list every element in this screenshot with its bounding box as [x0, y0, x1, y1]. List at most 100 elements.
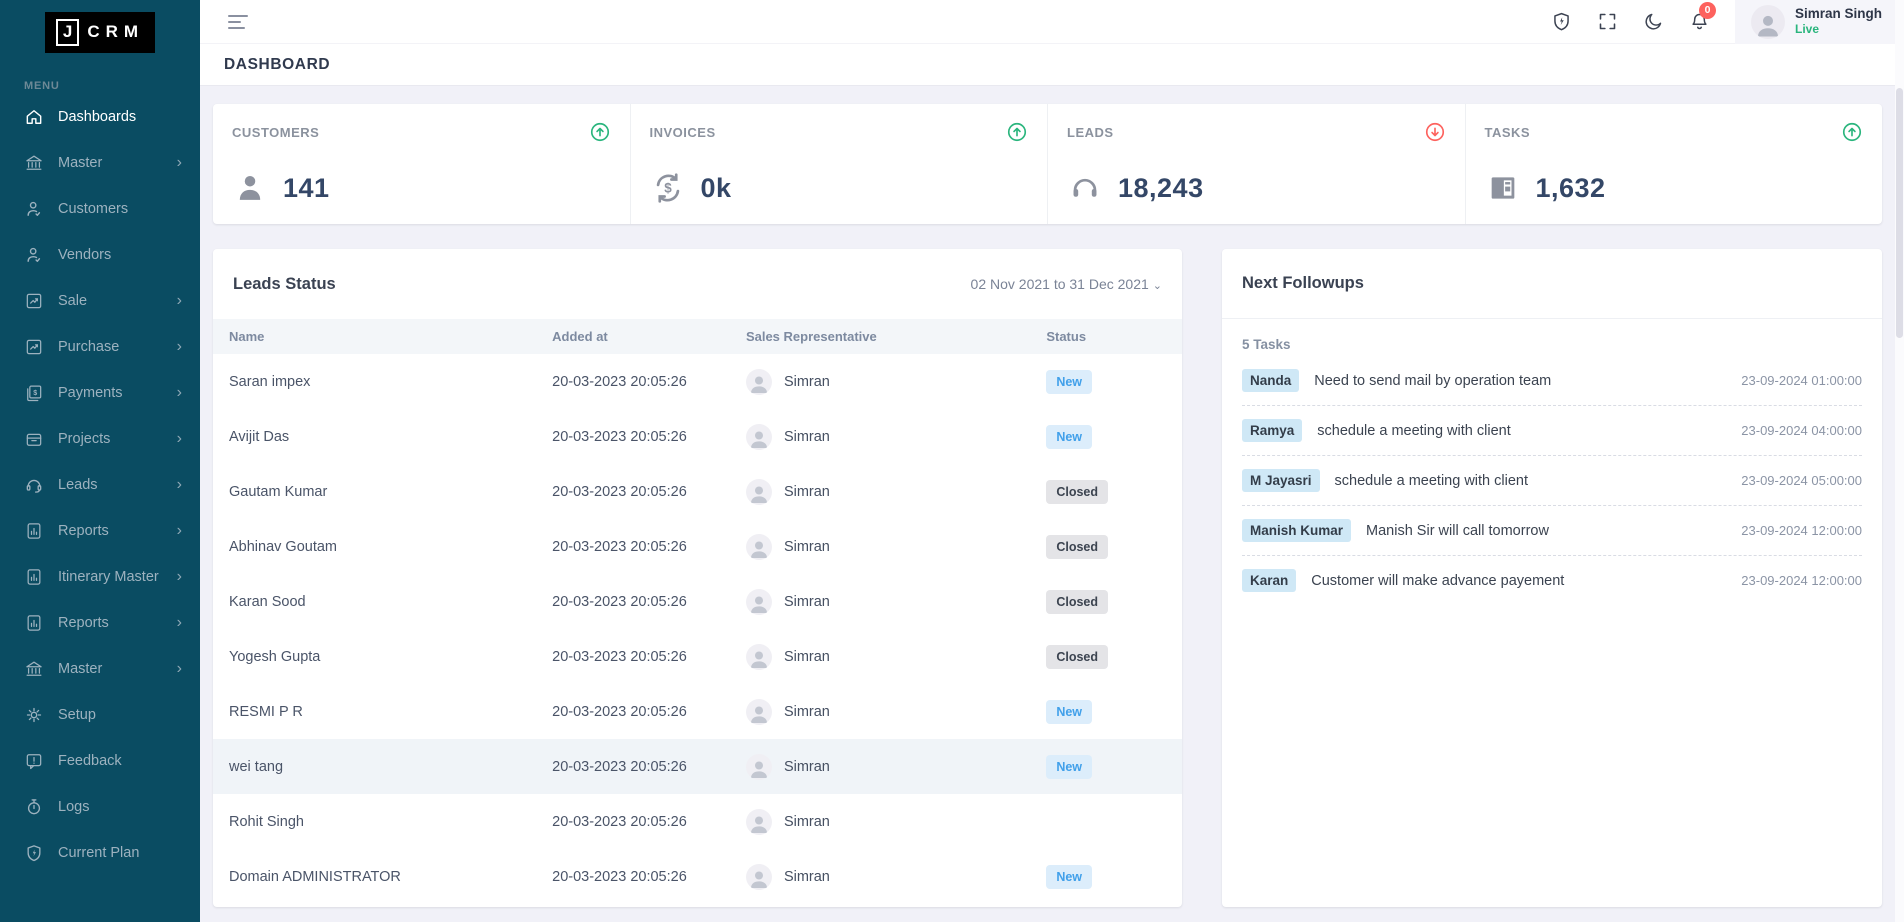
status-badge: New: [1046, 370, 1092, 394]
app-logo[interactable]: J CRM: [45, 12, 155, 53]
rep-avatar: [746, 809, 772, 835]
lead-name: RESMI P R: [213, 704, 552, 720]
sidebar-item-sale[interactable]: Sale ›: [0, 278, 200, 324]
sidebar-item-label: Leads: [58, 477, 177, 493]
sidebar-item-dashboards[interactable]: Dashboards: [0, 94, 200, 140]
customers-icon: [232, 170, 268, 206]
rep-avatar: [746, 644, 772, 670]
fullscreen-button[interactable]: [1585, 0, 1631, 44]
sidebar-item-projects[interactable]: Projects ›: [0, 416, 200, 462]
chevron-right-icon: ›: [177, 615, 182, 631]
sidebar-item-reports[interactable]: Reports ›: [0, 508, 200, 554]
sidebar-item-customers[interactable]: Customers: [0, 186, 200, 232]
svg-text:$: $: [664, 181, 672, 196]
dark-mode-button[interactable]: [1631, 0, 1677, 44]
main-area: 0 Simran Singh Live DASHBOARD CUSTOMERS: [200, 0, 1904, 907]
plan-shield-button[interactable]: [1539, 0, 1585, 44]
sidebar-item-label: Reports: [58, 615, 177, 631]
invoice-icon: $: [24, 383, 44, 403]
date-range-dropdown[interactable]: 02 Nov 2021 to 31 Dec 2021⌄: [971, 276, 1162, 292]
rep-avatar: [746, 864, 772, 890]
logo-text: CRM: [87, 22, 144, 42]
scrollbar-thumb[interactable]: [1896, 88, 1903, 338]
sidebar-item-label: Itinerary Master: [58, 569, 177, 585]
list-item: Karan Customer will make advance payemen…: [1242, 556, 1862, 605]
sidebar-item-master[interactable]: Master ›: [0, 140, 200, 186]
shield-bolt-icon: [1551, 11, 1572, 32]
bank-icon: [24, 153, 44, 173]
sidebar-item-current-plan[interactable]: Current Plan: [0, 830, 200, 876]
rep-avatar: [746, 589, 772, 615]
lead-name: Domain ADMINISTRATOR: [213, 869, 552, 885]
stat-label: INVOICES: [650, 125, 716, 140]
home-icon: [24, 107, 44, 127]
lead-added-at: 20-03-2023 20:05:26: [552, 704, 746, 720]
rep-avatar: [746, 534, 772, 560]
topbar: 0 Simran Singh Live: [200, 0, 1904, 44]
sidebar-item-reports-2[interactable]: Reports ›: [0, 600, 200, 646]
sidebar-item-purchase[interactable]: Purchase ›: [0, 324, 200, 370]
stat-value: 18,243: [1118, 173, 1204, 204]
sidebar-item-leads[interactable]: Leads ›: [0, 462, 200, 508]
status-badge: New: [1046, 755, 1092, 779]
lead-added-at: 20-03-2023 20:05:26: [552, 429, 746, 445]
lead-added-at: 20-03-2023 20:05:26: [552, 814, 746, 830]
rep-avatar: [746, 424, 772, 450]
followups-title: Next Followups: [1242, 274, 1364, 293]
chevron-down-icon: ⌄: [1153, 280, 1162, 292]
rep-avatar: [746, 479, 772, 505]
lead-added-at: 20-03-2023 20:05:26: [552, 869, 746, 885]
sidebar-item-master-2[interactable]: Master ›: [0, 646, 200, 692]
lead-added-at: 20-03-2023 20:05:26: [552, 594, 746, 610]
page-scrollbar[interactable]: [1895, 0, 1904, 922]
tasks-count: 5 Tasks: [1222, 319, 1882, 356]
report-icon: [24, 567, 44, 587]
sidebar-item-label: Current Plan: [58, 845, 182, 861]
chevron-right-icon: ›: [177, 523, 182, 539]
followup-time: 23-09-2024 01:00:00: [1741, 373, 1862, 388]
column-header-sales-rep: Sales Representative: [746, 329, 1046, 344]
status-badge: Closed: [1046, 535, 1108, 559]
table-row: Gautam Kumar 20-03-2023 20:05:26 Simran …: [213, 464, 1182, 519]
menu-section-label: MENU: [0, 64, 200, 94]
rep-name: Simran: [784, 649, 830, 665]
lead-added-at: 20-03-2023 20:05:26: [552, 649, 746, 665]
sidebar-item-label: Feedback: [58, 753, 182, 769]
followup-time: 23-09-2024 05:00:00: [1741, 473, 1862, 488]
sidebar-item-setup[interactable]: Setup: [0, 692, 200, 738]
stat-label: TASKS: [1485, 125, 1531, 140]
headset-icon: [24, 475, 44, 495]
stat-value: 141: [283, 173, 330, 204]
report-icon: [24, 521, 44, 541]
timer-icon: [24, 797, 44, 817]
sidebar-item-feedback[interactable]: Feedback: [0, 738, 200, 784]
notifications-button[interactable]: 0: [1677, 0, 1723, 44]
rep-name: Simran: [784, 374, 830, 390]
table-row: wei tang 20-03-2023 20:05:26 Simran New: [213, 739, 1182, 794]
sidebar-item-logs[interactable]: Logs: [0, 784, 200, 830]
lead-name: Avijit Das: [213, 429, 552, 445]
list-item: Ramya schedule a meeting with client 23-…: [1242, 406, 1862, 456]
list-item: Nanda Need to send mail by operation tea…: [1242, 356, 1862, 406]
followup-name-badge: Ramya: [1242, 419, 1302, 442]
sidebar-item-label: Logs: [58, 799, 182, 815]
column-header-status: Status: [1046, 329, 1182, 344]
user-name: Simran Singh: [1795, 6, 1882, 23]
sidebar-item-itinerary-master[interactable]: Itinerary Master ›: [0, 554, 200, 600]
followup-text: Need to send mail by operation team: [1314, 373, 1729, 389]
sidebar-item-label: Master: [58, 155, 177, 171]
status-badge: Closed: [1046, 480, 1108, 504]
list-item: Manish Kumar Manish Sir will call tomorr…: [1242, 506, 1862, 556]
menu-toggle-icon[interactable]: [224, 5, 252, 39]
sidebar-item-vendors[interactable]: Vendors: [0, 232, 200, 278]
user-status: Live: [1795, 22, 1882, 37]
stat-value: 0k: [701, 173, 732, 204]
user-menu[interactable]: Simran Singh Live: [1735, 0, 1904, 44]
lead-name: Abhinav Goutam: [213, 539, 552, 555]
sidebar-item-label: Purchase: [58, 339, 177, 355]
lead-added-at: 20-03-2023 20:05:26: [552, 539, 746, 555]
sidebar-item-payments[interactable]: $ Payments ›: [0, 370, 200, 416]
topbar-actions: 0 Simran Singh Live: [1539, 0, 1904, 44]
next-followups-panel: Next Followups 5 Tasks Nanda Need to sen…: [1222, 249, 1882, 907]
gear-icon: [24, 705, 44, 725]
